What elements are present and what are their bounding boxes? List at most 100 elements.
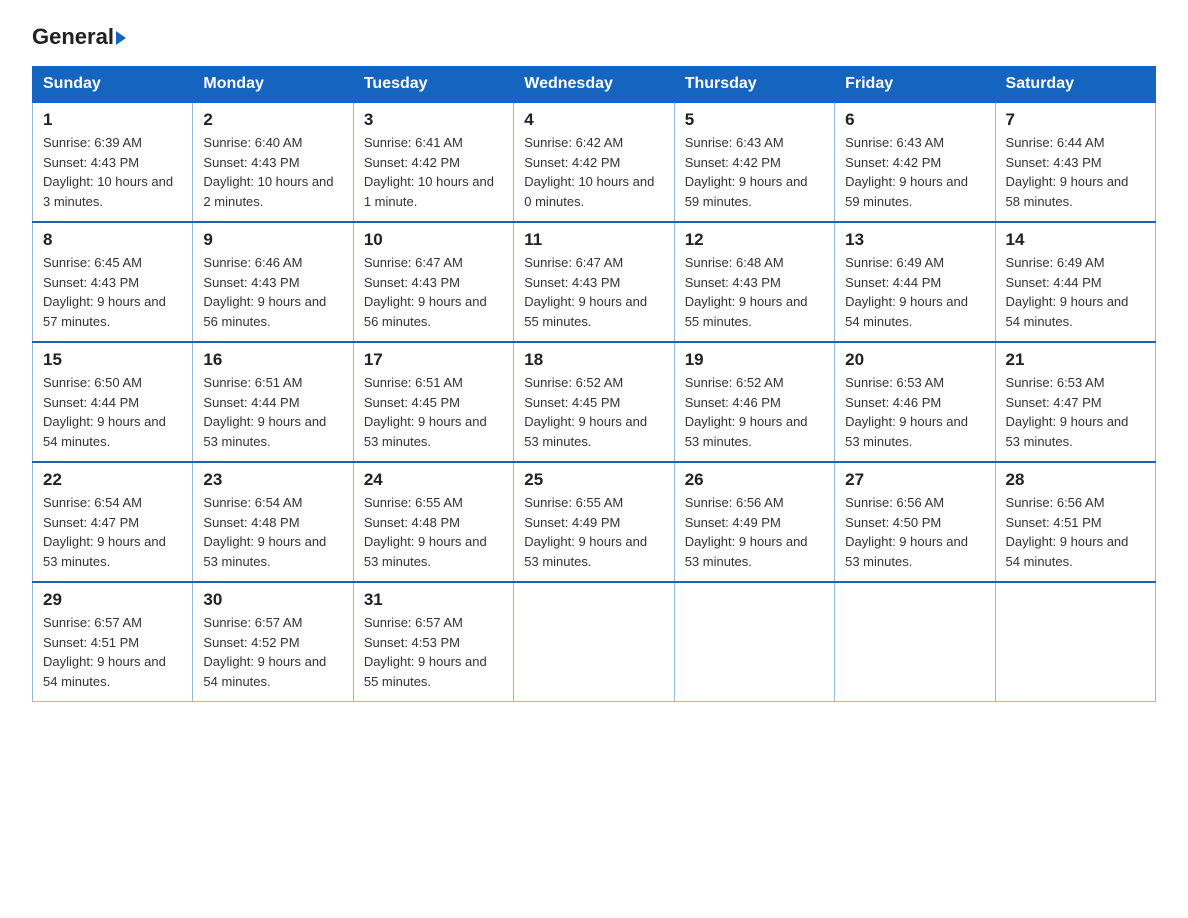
day-info: Sunrise: 6:43 AMSunset: 4:42 PMDaylight:… bbox=[685, 133, 824, 211]
day-of-week-header: Saturday bbox=[995, 67, 1155, 103]
calendar-day-cell: 11 Sunrise: 6:47 AMSunset: 4:43 PMDayligh… bbox=[514, 222, 674, 342]
day-info: Sunrise: 6:52 AMSunset: 4:46 PMDaylight:… bbox=[685, 373, 824, 451]
day-info: Sunrise: 6:47 AMSunset: 4:43 PMDaylight:… bbox=[524, 253, 663, 331]
day-number: 20 bbox=[845, 350, 984, 370]
day-info: Sunrise: 6:48 AMSunset: 4:43 PMDaylight:… bbox=[685, 253, 824, 331]
calendar-day-cell: 17Sunrise: 6:51 AMSunset: 4:45 PMDayligh… bbox=[353, 342, 513, 462]
day-of-week-header: Friday bbox=[835, 67, 995, 103]
calendar-day-cell: 1Sunrise: 6:39 AMSunset: 4:43 PMDaylight… bbox=[33, 102, 193, 222]
calendar-day-cell: 10 Sunrise: 6:47 AMSunset: 4:43 PMDayligh… bbox=[353, 222, 513, 342]
calendar-week-row: 15 Sunrise: 6:50 AMSunset: 4:44 PMDayligh… bbox=[33, 342, 1156, 462]
day-number: 23 bbox=[203, 470, 342, 490]
day-info: Sunrise: 6:53 AMSunset: 4:46 PMDaylight:… bbox=[845, 373, 984, 451]
day-number: 26 bbox=[685, 470, 824, 490]
logo-arrow-icon bbox=[116, 31, 126, 45]
day-number: 6 bbox=[845, 110, 984, 130]
calendar-day-cell: 16 Sunrise: 6:51 AMSunset: 4:44 PMDayligh… bbox=[193, 342, 353, 462]
calendar-day-cell: 3 Sunrise: 6:41 AMSunset: 4:42 PMDaylight… bbox=[353, 102, 513, 222]
day-number: 18 bbox=[524, 350, 663, 370]
calendar-day-cell: 7Sunrise: 6:44 AMSunset: 4:43 PMDaylight… bbox=[995, 102, 1155, 222]
calendar-day-cell bbox=[514, 582, 674, 702]
calendar-day-cell: 12 Sunrise: 6:48 AMSunset: 4:43 PMDayligh… bbox=[674, 222, 834, 342]
calendar-day-cell bbox=[674, 582, 834, 702]
day-info: Sunrise: 6:55 AMSunset: 4:48 PMDaylight:… bbox=[364, 493, 503, 571]
calendar-day-cell: 9 Sunrise: 6:46 AMSunset: 4:43 PMDaylight… bbox=[193, 222, 353, 342]
day-info: Sunrise: 6:56 AMSunset: 4:50 PMDaylight:… bbox=[845, 493, 984, 571]
calendar-day-cell: 31Sunrise: 6:57 AMSunset: 4:53 PMDayligh… bbox=[353, 582, 513, 702]
calendar-day-cell: 26 Sunrise: 6:56 AMSunset: 4:49 PMDayligh… bbox=[674, 462, 834, 582]
day-number: 24 bbox=[364, 470, 503, 490]
calendar-day-cell: 15 Sunrise: 6:50 AMSunset: 4:44 PMDayligh… bbox=[33, 342, 193, 462]
calendar-week-row: 22 Sunrise: 6:54 AMSunset: 4:47 PMDayligh… bbox=[33, 462, 1156, 582]
day-info: Sunrise: 6:54 AMSunset: 4:47 PMDaylight:… bbox=[43, 493, 182, 571]
day-info: Sunrise: 6:51 AMSunset: 4:44 PMDaylight:… bbox=[203, 373, 342, 451]
day-number: 3 bbox=[364, 110, 503, 130]
calendar-day-cell: 28Sunrise: 6:56 AMSunset: 4:51 PMDayligh… bbox=[995, 462, 1155, 582]
day-of-week-header: Wednesday bbox=[514, 67, 674, 103]
logo: General bbox=[32, 24, 126, 48]
day-number: 16 bbox=[203, 350, 342, 370]
calendar-day-cell: 2Sunrise: 6:40 AMSunset: 4:43 PMDaylight… bbox=[193, 102, 353, 222]
day-number: 27 bbox=[845, 470, 984, 490]
day-info: Sunrise: 6:57 AMSunset: 4:53 PMDaylight:… bbox=[364, 613, 503, 691]
day-of-week-header: Thursday bbox=[674, 67, 834, 103]
calendar-day-cell: 8Sunrise: 6:45 AMSunset: 4:43 PMDaylight… bbox=[33, 222, 193, 342]
day-info: Sunrise: 6:57 AMSunset: 4:52 PMDaylight:… bbox=[203, 613, 342, 691]
day-info: Sunrise: 6:53 AMSunset: 4:47 PMDaylight:… bbox=[1006, 373, 1145, 451]
calendar-header-row: SundayMondayTuesdayWednesdayThursdayFrid… bbox=[33, 67, 1156, 103]
day-number: 22 bbox=[43, 470, 182, 490]
day-of-week-header: Tuesday bbox=[353, 67, 513, 103]
calendar-day-cell: 18 Sunrise: 6:52 AMSunset: 4:45 PMDayligh… bbox=[514, 342, 674, 462]
day-number: 15 bbox=[43, 350, 182, 370]
day-info: Sunrise: 6:40 AMSunset: 4:43 PMDaylight:… bbox=[203, 133, 342, 211]
day-number: 1 bbox=[43, 110, 182, 130]
calendar-day-cell: 30 Sunrise: 6:57 AMSunset: 4:52 PMDayligh… bbox=[193, 582, 353, 702]
day-number: 12 bbox=[685, 230, 824, 250]
logo-general: General bbox=[32, 24, 114, 50]
day-info: Sunrise: 6:43 AMSunset: 4:42 PMDaylight:… bbox=[845, 133, 984, 211]
calendar-day-cell: 24 Sunrise: 6:55 AMSunset: 4:48 PMDayligh… bbox=[353, 462, 513, 582]
day-info: Sunrise: 6:56 AMSunset: 4:49 PMDaylight:… bbox=[685, 493, 824, 571]
day-number: 14 bbox=[1006, 230, 1145, 250]
day-number: 5 bbox=[685, 110, 824, 130]
calendar-day-cell: 13 Sunrise: 6:49 AMSunset: 4:44 PMDayligh… bbox=[835, 222, 995, 342]
day-info: Sunrise: 6:46 AMSunset: 4:43 PMDaylight:… bbox=[203, 253, 342, 331]
day-info: Sunrise: 6:45 AMSunset: 4:43 PMDaylight:… bbox=[43, 253, 182, 331]
day-info: Sunrise: 6:56 AMSunset: 4:51 PMDaylight:… bbox=[1006, 493, 1145, 571]
day-number: 4 bbox=[524, 110, 663, 130]
calendar-day-cell bbox=[995, 582, 1155, 702]
day-number: 10 bbox=[364, 230, 503, 250]
day-number: 30 bbox=[203, 590, 342, 610]
day-number: 21 bbox=[1006, 350, 1145, 370]
day-info: Sunrise: 6:50 AMSunset: 4:44 PMDaylight:… bbox=[43, 373, 182, 451]
calendar-week-row: 8Sunrise: 6:45 AMSunset: 4:43 PMDaylight… bbox=[33, 222, 1156, 342]
logo-text: General bbox=[32, 24, 126, 50]
calendar-day-cell: 5 Sunrise: 6:43 AMSunset: 4:42 PMDaylight… bbox=[674, 102, 834, 222]
day-number: 7 bbox=[1006, 110, 1145, 130]
day-info: Sunrise: 6:52 AMSunset: 4:45 PMDaylight:… bbox=[524, 373, 663, 451]
day-info: Sunrise: 6:41 AMSunset: 4:42 PMDaylight:… bbox=[364, 133, 503, 211]
day-of-week-header: Monday bbox=[193, 67, 353, 103]
calendar-day-cell: 29Sunrise: 6:57 AMSunset: 4:51 PMDayligh… bbox=[33, 582, 193, 702]
calendar-day-cell: 25Sunrise: 6:55 AMSunset: 4:49 PMDayligh… bbox=[514, 462, 674, 582]
day-number: 29 bbox=[43, 590, 182, 610]
calendar-day-cell: 23 Sunrise: 6:54 AMSunset: 4:48 PMDayligh… bbox=[193, 462, 353, 582]
page-header: General bbox=[32, 24, 1156, 48]
day-number: 9 bbox=[203, 230, 342, 250]
day-number: 13 bbox=[845, 230, 984, 250]
calendar-day-cell: 20 Sunrise: 6:53 AMSunset: 4:46 PMDayligh… bbox=[835, 342, 995, 462]
day-info: Sunrise: 6:49 AMSunset: 4:44 PMDaylight:… bbox=[845, 253, 984, 331]
day-number: 19 bbox=[685, 350, 824, 370]
day-info: Sunrise: 6:42 AMSunset: 4:42 PMDaylight:… bbox=[524, 133, 663, 211]
day-number: 11 bbox=[524, 230, 663, 250]
day-number: 25 bbox=[524, 470, 663, 490]
day-of-week-header: Sunday bbox=[33, 67, 193, 103]
calendar-day-cell: 27 Sunrise: 6:56 AMSunset: 4:50 PMDayligh… bbox=[835, 462, 995, 582]
day-info: Sunrise: 6:54 AMSunset: 4:48 PMDaylight:… bbox=[203, 493, 342, 571]
day-info: Sunrise: 6:49 AMSunset: 4:44 PMDaylight:… bbox=[1006, 253, 1145, 331]
day-info: Sunrise: 6:47 AMSunset: 4:43 PMDaylight:… bbox=[364, 253, 503, 331]
calendar-table: SundayMondayTuesdayWednesdayThursdayFrid… bbox=[32, 66, 1156, 702]
day-info: Sunrise: 6:51 AMSunset: 4:45 PMDaylight:… bbox=[364, 373, 503, 451]
calendar-day-cell bbox=[835, 582, 995, 702]
calendar-day-cell: 22 Sunrise: 6:54 AMSunset: 4:47 PMDayligh… bbox=[33, 462, 193, 582]
